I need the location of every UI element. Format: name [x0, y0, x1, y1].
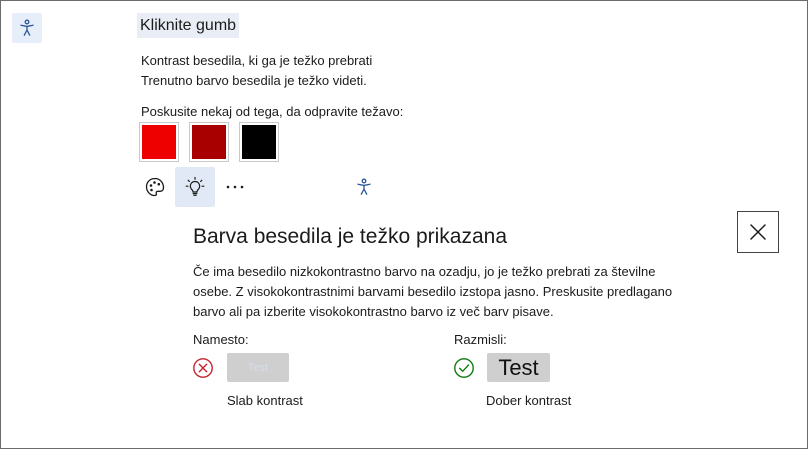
more-icon [226, 185, 244, 189]
bad-contrast-sample: Test [227, 353, 289, 382]
panel-description: Če ima besedilo nizkokontrastno barvo na… [193, 264, 673, 319]
accessibility-indicator [352, 175, 376, 199]
issue-detail: Trenutno barvo besedila je težko videti. [141, 73, 367, 88]
close-button[interactable] [737, 211, 779, 253]
bad-contrast-caption: Slab kontrast [227, 393, 303, 408]
accessibility-person-icon [357, 178, 371, 195]
close-icon [750, 224, 766, 240]
issue-title: Kontrast besedila, ki ga je težko prebra… [141, 53, 373, 68]
consider-label: Razmisli: [454, 332, 507, 347]
more-options-button[interactable] [215, 167, 255, 207]
error-circle-icon [193, 358, 213, 378]
swatch-black[interactable] [239, 122, 279, 162]
card-toolbar [135, 167, 255, 207]
accessibility-button[interactable] [12, 13, 42, 43]
page-title: Kliknite gumb [137, 13, 240, 38]
color-suggestions [139, 122, 279, 162]
palette-icon [145, 177, 165, 197]
swatch-dark-red[interactable] [189, 122, 229, 162]
lightbulb-button[interactable] [175, 167, 215, 207]
good-contrast-caption: Dober kontrast [486, 393, 572, 408]
panel-title: Barva besedila je težko prikazana [193, 225, 508, 248]
checkmark-circle-icon [454, 358, 474, 378]
lightbulb-icon [185, 176, 205, 196]
suggestion-prompt: Poskusite nekaj od tega, da odpravite te… [141, 104, 404, 119]
good-contrast-sample: Test [487, 353, 550, 382]
swatch-bright-red[interactable] [139, 122, 179, 162]
instead-label: Namesto: [193, 332, 249, 347]
palette-button[interactable] [135, 167, 175, 207]
accessibility-person-icon [20, 19, 34, 36]
